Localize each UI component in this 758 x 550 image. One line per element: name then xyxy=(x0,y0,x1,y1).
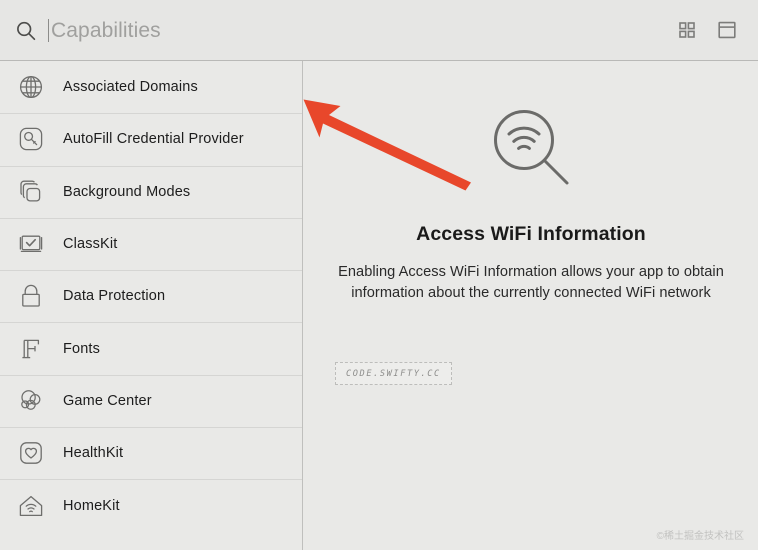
window-header: Capabilities xyxy=(0,0,758,61)
globe-icon xyxy=(16,72,46,102)
sidebar-item-label: Associated Domains xyxy=(63,79,198,96)
text-caret xyxy=(48,18,49,42)
heart-badge-icon xyxy=(16,438,46,468)
capabilities-sidebar[interactable]: Associated Domains AutoFill Credential P… xyxy=(0,61,303,550)
lock-icon xyxy=(16,281,46,311)
search-placeholder: Capabilities xyxy=(51,18,161,42)
grid-view-icon[interactable] xyxy=(676,19,698,41)
sidebar-item-label: HomeKit xyxy=(63,497,120,514)
code-swifty-watermark: CODE.SWIFTY.CC xyxy=(335,362,452,385)
checkboard-icon xyxy=(16,229,46,259)
search-area[interactable]: Capabilities xyxy=(0,0,676,60)
capability-description: Enabling Access WiFi Information allows … xyxy=(338,264,724,301)
serif-f-icon xyxy=(16,334,46,364)
search-icon xyxy=(15,20,37,42)
sidebar-item-label: Fonts xyxy=(63,340,101,357)
sidebar-item-label: Game Center xyxy=(63,392,152,409)
capability-title: Access WiFi Information xyxy=(416,223,646,245)
sidebar-item-background-modes[interactable]: Background Modes xyxy=(0,165,302,218)
search-input[interactable]: Capabilities xyxy=(48,13,161,47)
sidebar-item-healthkit[interactable]: HealthKit xyxy=(0,427,302,479)
sidebar-item-game-center[interactable]: Game Center xyxy=(0,374,302,427)
detail-content: Access WiFi Information Enabling Access … xyxy=(304,61,758,385)
sidebar-item-label: AutoFill Credential Provider xyxy=(63,131,244,148)
panel-toggle-icon[interactable] xyxy=(716,19,738,41)
xcode-capabilities-window: Capabilities Associated Domains AutoFill… xyxy=(0,0,758,550)
sidebar-item-classkit[interactable]: ClassKit xyxy=(0,217,302,270)
house-wifi-icon xyxy=(16,491,46,521)
header-actions xyxy=(676,19,758,41)
sidebar-item-label: HealthKit xyxy=(63,445,124,462)
game-balloons-icon xyxy=(16,386,46,416)
site-watermark: ©稀土掘金技术社区 xyxy=(656,531,744,542)
stacked-squares-icon xyxy=(16,177,46,207)
capability-detail-panel: Access WiFi Information Enabling Access … xyxy=(304,61,758,550)
key-badge-icon xyxy=(16,124,46,154)
wifi-magnifier-icon xyxy=(304,103,758,195)
sidebar-item-autofill-credential-provider[interactable]: AutoFill Credential Provider xyxy=(0,113,302,165)
sidebar-item-homekit[interactable]: HomeKit xyxy=(0,479,302,531)
sidebar-item-label: Data Protection xyxy=(63,288,166,305)
sidebar-item-fonts[interactable]: Fonts xyxy=(0,322,302,374)
sidebar-item-data-protection[interactable]: Data Protection xyxy=(0,270,302,322)
sidebar-item-label: ClassKit xyxy=(63,236,118,253)
sidebar-item-associated-domains[interactable]: Associated Domains xyxy=(0,61,302,113)
sidebar-item-label: Background Modes xyxy=(63,183,191,200)
